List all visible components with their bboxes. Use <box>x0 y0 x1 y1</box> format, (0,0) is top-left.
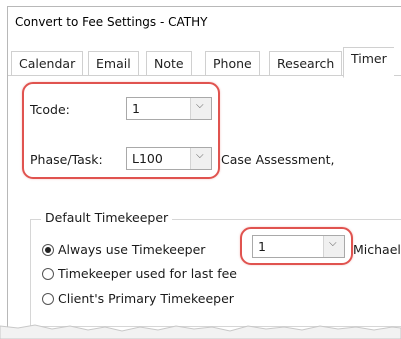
radio-last-fee[interactable] <box>42 268 54 280</box>
settings-window: Convert to Fee Settings - CATHY Calendar… <box>7 6 401 329</box>
timekeeper-combo[interactable]: 1 ⌵ <box>252 235 345 258</box>
timekeeper-dropdown-button[interactable]: ⌵ <box>323 236 344 257</box>
radio-primary[interactable] <box>42 293 54 305</box>
phase-task-dropdown-button[interactable]: ⌵ <box>190 148 211 169</box>
radio-primary-label[interactable]: Client's Primary Timekeeper <box>58 291 234 306</box>
radio-always-use-label[interactable]: Always use Timekeeper <box>58 242 205 257</box>
title-bar: Convert to Fee Settings - CATHY <box>8 7 401 37</box>
phase-task-value: L100 <box>132 151 163 166</box>
tcode-label: Tcode: <box>30 102 70 117</box>
timekeeper-value: 1 <box>258 239 266 254</box>
phase-task-combo[interactable]: L100 ⌵ <box>126 147 212 170</box>
timekeeper-name: Michael <box>353 242 401 257</box>
tab-research[interactable]: Research <box>269 51 343 76</box>
chevron-down-icon: ⌵ <box>196 150 204 161</box>
phase-task-label: Phase/Task: <box>30 152 103 167</box>
radio-last-fee-label[interactable]: Timekeeper used for last fee <box>58 266 237 281</box>
window-title: Convert to Fee Settings - CATHY <box>15 15 208 29</box>
tab-note[interactable]: Note <box>146 51 192 76</box>
tab-timer[interactable]: Timer <box>343 47 394 78</box>
tab-calendar[interactable]: Calendar <box>11 51 84 76</box>
torn-edge <box>0 324 401 339</box>
group-title: Default Timekeeper <box>41 210 173 225</box>
tcode-combo[interactable]: 1 ⌵ <box>126 97 212 120</box>
chevron-down-icon: ⌵ <box>196 100 204 111</box>
tab-email[interactable]: Email <box>88 51 139 76</box>
tcode-dropdown-button[interactable]: ⌵ <box>190 98 211 119</box>
radio-always-use[interactable] <box>42 244 54 256</box>
phase-description: Case Assessment, <box>221 152 335 167</box>
tcode-value: 1 <box>132 101 140 116</box>
chevron-down-icon: ⌵ <box>329 238 337 249</box>
tab-phone[interactable]: Phone <box>205 51 260 76</box>
